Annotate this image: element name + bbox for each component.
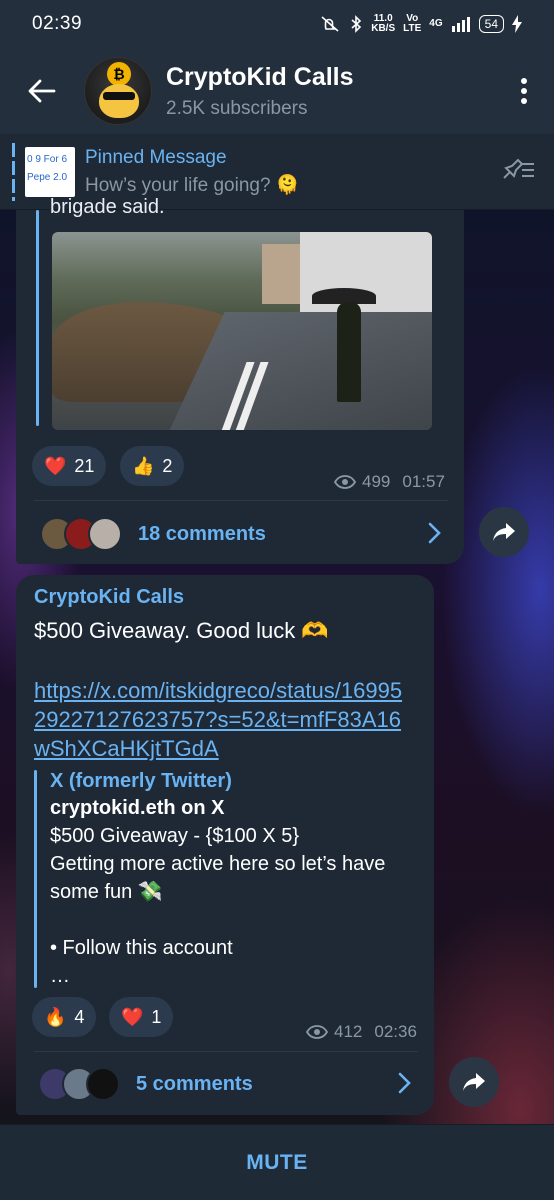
chevron-right-icon	[428, 522, 441, 544]
reaction-thumbs-up[interactable]: 👍 2	[120, 446, 185, 486]
comments-count: 5 comments	[136, 1072, 253, 1095]
pinned-title: Pinned Message	[85, 146, 227, 168]
coin-icon: ₿	[107, 62, 131, 86]
comments-link[interactable]: 18 comments	[40, 514, 448, 554]
pin-list-icon	[503, 158, 534, 179]
network-speed: 11.0 KB/S	[371, 13, 396, 34]
message-time: 02:36	[374, 1022, 417, 1041]
eye-icon	[306, 1025, 328, 1039]
pinned-thumbnail: 0 9 For 6 Pepe 2.0	[25, 146, 75, 197]
signal-icon	[451, 17, 470, 32]
back-button[interactable]	[0, 48, 84, 134]
message-link[interactable]: https://x.com/itskidgreco/status/1699529…	[34, 676, 404, 763]
chevron-right-icon	[398, 1072, 411, 1094]
status-icons: 11.0 KB/S Vo LTE 4G 54	[319, 14, 522, 34]
back-arrow-icon	[28, 79, 56, 103]
commenter-avatars	[38, 1067, 120, 1101]
link-preview-bar	[34, 770, 37, 988]
share-arrow-icon	[463, 1073, 485, 1091]
preview-title: cryptokid.eth on X	[50, 797, 225, 819]
channel-avatar[interactable]: ₿	[84, 57, 152, 125]
comments-link[interactable]: 5 comments	[38, 1064, 418, 1104]
sender-name[interactable]: CryptoKid Calls	[34, 586, 184, 609]
more-vertical-icon	[521, 78, 527, 104]
message-text-partial: brigade said.	[50, 196, 165, 218]
avatar	[88, 517, 122, 551]
share-arrow-icon	[493, 523, 515, 541]
charging-icon	[512, 15, 522, 33]
view-count: 499	[362, 472, 391, 491]
channel-title: CryptoKid Calls	[166, 62, 354, 91]
message-time: 01:57	[402, 472, 445, 491]
mute-bell-icon	[321, 16, 339, 32]
commenter-avatars	[40, 517, 122, 551]
quote-bar	[36, 210, 39, 426]
link-preview[interactable]: X (formerly Twitter) cryptokid.eth on X …	[50, 770, 420, 990]
avatar	[86, 1067, 120, 1101]
mute-label: MUTE	[246, 1150, 308, 1174]
fire-icon: 🔥	[44, 1006, 67, 1027]
more-menu-button[interactable]	[494, 48, 554, 134]
comments-count: 18 comments	[138, 522, 266, 545]
pinned-list-button[interactable]	[500, 156, 536, 187]
subscriber-count: 2.5K subscribers	[166, 97, 308, 119]
message-meta: 499 01:57	[334, 472, 445, 492]
message-text: $500 Giveaway. Good luck 🫶	[34, 618, 329, 643]
network-type: 4G	[429, 18, 443, 29]
share-button[interactable]	[449, 1057, 499, 1107]
preview-site: X (formerly Twitter)	[50, 770, 232, 792]
pinned-preview: How’s your life going? 🫠	[85, 174, 300, 196]
bluetooth-icon	[351, 15, 362, 33]
pinned-indicator	[12, 142, 15, 201]
reaction-heart[interactable]: ❤️ 21	[32, 446, 107, 486]
message-meta: 412 02:36	[306, 1022, 417, 1042]
reaction-fire[interactable]: 🔥 4	[32, 997, 97, 1037]
eye-icon	[334, 475, 356, 489]
heart-icon: ❤️	[44, 455, 67, 476]
reaction-heart[interactable]: ❤️ 1	[109, 997, 174, 1037]
status-bar: 02:39 11.0 KB/S Vo LTE 4G 54	[0, 0, 554, 48]
preview-description: $500 Giveaway - {$100 X 5} Getting more …	[50, 825, 386, 987]
share-button[interactable]	[479, 507, 529, 557]
news-photo[interactable]	[52, 232, 432, 430]
battery-indicator: 54	[478, 15, 504, 33]
heart-icon: ❤️	[121, 1006, 144, 1027]
mute-button[interactable]: MUTE	[0, 1124, 554, 1200]
thumbs-up-icon: 👍	[132, 455, 155, 476]
channel-info[interactable]: CryptoKid Calls 2.5K subscribers	[166, 63, 354, 120]
status-time: 02:39	[32, 13, 83, 34]
view-count: 412	[334, 1022, 363, 1041]
volte-indicator: Vo LTE	[403, 13, 422, 34]
chat-header: ₿ CryptoKid Calls 2.5K subscribers	[0, 48, 554, 134]
